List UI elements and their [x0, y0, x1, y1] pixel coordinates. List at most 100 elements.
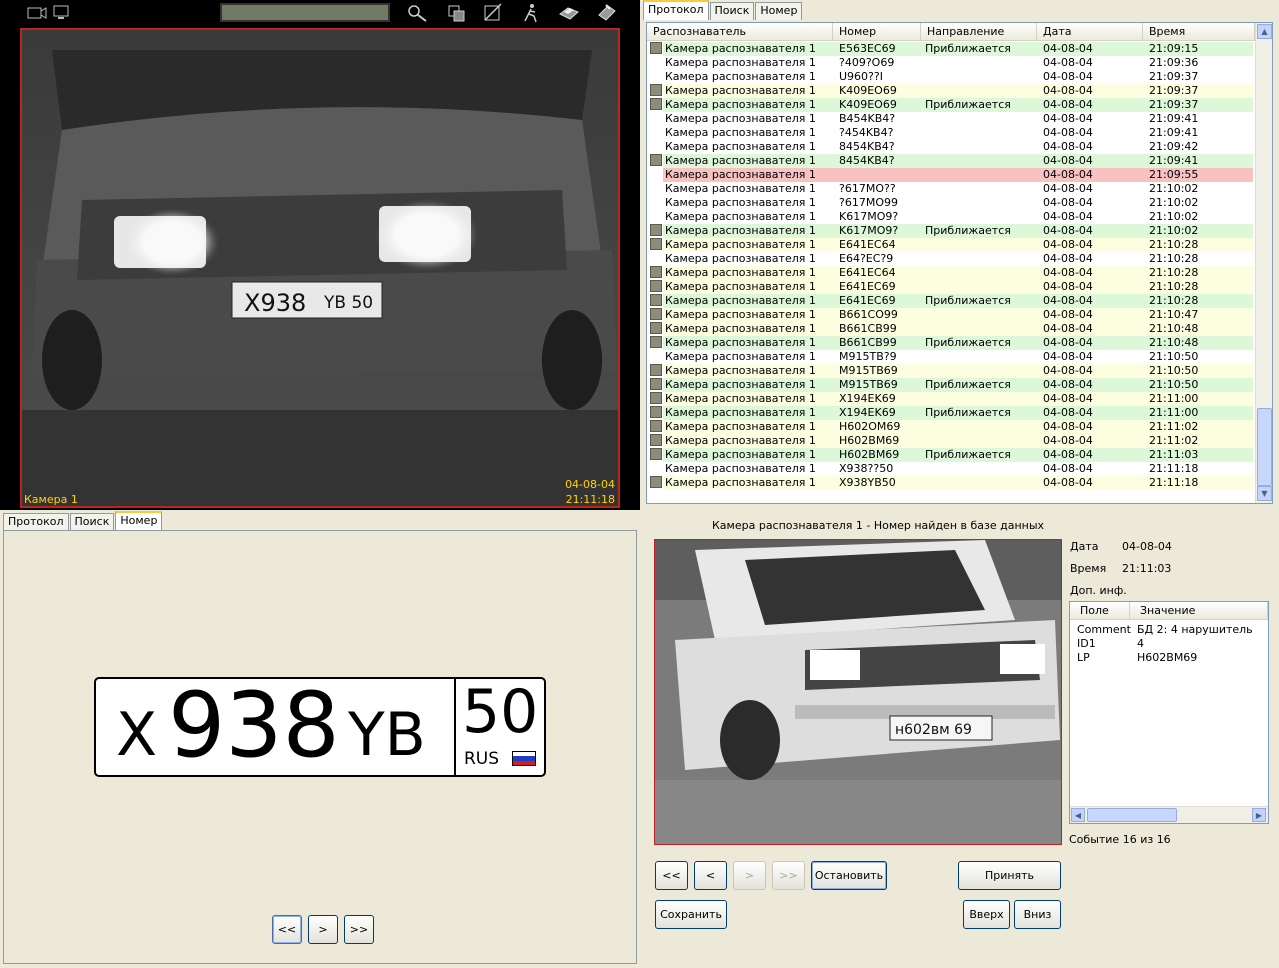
- stop-button[interactable]: Остановить: [811, 861, 887, 890]
- table-row[interactable]: Камера распознавателя 1 H602OM69 04-08-04 2…: [647, 420, 1255, 434]
- table-row[interactable]: Камера распознавателя 1 K617MO9? 04-08-04 2…: [647, 210, 1255, 224]
- table-row[interactable]: Камера распознавателя 1 X194EK69 04-08-04 2…: [647, 392, 1255, 406]
- table-row[interactable]: Камера распознавателя 1 8454KB4? 04-08-04 2…: [647, 154, 1255, 168]
- scroll-down-icon[interactable]: ▼: [1257, 486, 1272, 501]
- table-row[interactable]: Камера распознавателя 1 M915TB69 04-08-04 2…: [647, 364, 1255, 378]
- cell-time: 21:10:48: [1149, 322, 1199, 335]
- crop-icon[interactable]: [446, 3, 468, 23]
- table-row[interactable]: Камера распознавателя 1 M915TB?9 04-08-04 2…: [647, 350, 1255, 364]
- cell-number: ?617MO99: [839, 196, 898, 209]
- match-prev-button[interactable]: <: [694, 861, 727, 890]
- recognition-icon: [650, 294, 662, 306]
- scroll-right-icon[interactable]: ▶: [1252, 808, 1266, 822]
- info-table-header: Поле Значение: [1070, 602, 1268, 620]
- table-row[interactable]: Камера распознавателя 1 X938YB50 04-08-04 2…: [647, 476, 1255, 490]
- cell-recognizer: Камера распознавателя 1: [665, 126, 816, 139]
- cell-number: E641EC64: [839, 238, 896, 251]
- table-row[interactable]: Камера распознавателя 1 ?409?O69 04-08-04 2…: [647, 56, 1255, 70]
- column-field[interactable]: Поле: [1070, 602, 1130, 620]
- match-last-button[interactable]: >>: [772, 861, 805, 890]
- table-row[interactable]: Камера распознавателя 1 E641EC64 04-08-04 2…: [647, 238, 1255, 252]
- table-row[interactable]: Камера распознавателя 1 U960??I 04-08-04 21…: [647, 70, 1255, 84]
- protocol-table: Распознаватель Номер Направление Дата Вр…: [646, 22, 1273, 504]
- monitor-icon[interactable]: [50, 3, 72, 23]
- match-snapshot[interactable]: н602вм 69: [654, 539, 1062, 845]
- tools-icon[interactable]: [596, 3, 618, 23]
- table-row[interactable]: Камера распознавателя 1 K617MO9? Приближае…: [647, 224, 1255, 238]
- tab-number[interactable]: Номер: [755, 2, 803, 20]
- save-button[interactable]: Сохранить: [655, 900, 727, 929]
- tab-protocol[interactable]: Протокол: [3, 513, 69, 531]
- plate-first-button[interactable]: <<: [272, 915, 302, 944]
- column-date[interactable]: Дата: [1037, 23, 1143, 41]
- cell-date: 04-08-04: [1043, 322, 1093, 335]
- table-row[interactable]: Камера распознавателя 1 B661CO99 04-08-04 2…: [647, 308, 1255, 322]
- horizontal-scrollbar[interactable]: ◀ ▶: [1070, 806, 1268, 823]
- list-item[interactable]: LP H602BM69: [1070, 651, 1268, 665]
- table-row[interactable]: Камера распознавателя 1 B454KB4? 04-08-04 2…: [647, 112, 1255, 126]
- table-row[interactable]: Камера распознавателя 1 04-08-04 21:09:55: [647, 168, 1255, 182]
- table-row[interactable]: Камера распознавателя 1 E641EC64 04-08-04 2…: [647, 266, 1255, 280]
- list-item[interactable]: Comment БД 2: 4 нарушитель: [1070, 623, 1268, 637]
- time-value: 21:11:03: [1122, 562, 1172, 575]
- cell-date: 04-08-04: [1043, 182, 1093, 195]
- cell-date: 04-08-04: [1043, 224, 1093, 237]
- tab-protocol[interactable]: Протокол: [643, 0, 709, 20]
- match-next-button[interactable]: >: [733, 861, 766, 890]
- table-row[interactable]: Камера распознавателя 1 E563EC69 Приближае…: [647, 42, 1255, 56]
- table-row[interactable]: Камера распознавателя 1 8454KB4? 04-08-04 2…: [647, 140, 1255, 154]
- plate-last-button[interactable]: >>: [344, 915, 374, 944]
- table-row[interactable]: Камера распознавателя 1 E641EC69 04-08-04 2…: [647, 280, 1255, 294]
- cell-number: E641EC64: [839, 266, 896, 279]
- column-value[interactable]: Значение: [1130, 602, 1268, 620]
- column-time[interactable]: Время: [1143, 23, 1255, 41]
- camera-video-feed[interactable]: X938 YB 50 Камера 1 04-08-04 21:11:18: [20, 28, 620, 508]
- table-row[interactable]: Камера распознавателя 1 H602BM69 Приближае…: [647, 448, 1255, 462]
- zoom-icon[interactable]: [406, 3, 428, 23]
- table-row[interactable]: Камера распознавателя 1 B661CB99 04-08-04 2…: [647, 322, 1255, 336]
- scroll-thumb[interactable]: [1257, 408, 1272, 486]
- tab-search[interactable]: Поиск: [709, 2, 755, 20]
- down-button[interactable]: Вниз: [1014, 900, 1061, 929]
- cell-recognizer: Камера распознавателя 1: [665, 434, 816, 447]
- table-row[interactable]: Камера распознавателя 1 ?454KB4? 04-08-04 2…: [647, 126, 1255, 140]
- vertical-scrollbar[interactable]: ▲ ▼: [1255, 23, 1272, 503]
- plate-next-button[interactable]: >: [308, 915, 338, 944]
- cell-date: 04-08-04: [1043, 266, 1093, 279]
- scroll-left-icon[interactable]: ◀: [1071, 808, 1085, 822]
- table-row[interactable]: Камера распознавателя 1 B661CB99 Приближае…: [647, 336, 1255, 350]
- cell-time: 21:11:18: [1149, 462, 1199, 475]
- table-row[interactable]: Камера распознавателя 1 E641EC69 Приближае…: [647, 294, 1255, 308]
- cell-date: 04-08-04: [1043, 56, 1093, 69]
- table-row[interactable]: Камера распознавателя 1 E64?EC?9 04-08-04 2…: [647, 252, 1255, 266]
- scroll-thumb[interactable]: [1087, 808, 1177, 822]
- match-first-button[interactable]: <<: [655, 861, 688, 890]
- table-row[interactable]: Камера распознавателя 1 ?617MO99 04-08-04 2…: [647, 196, 1255, 210]
- column-number[interactable]: Номер: [833, 23, 921, 41]
- run-icon[interactable]: [520, 3, 542, 23]
- column-direction[interactable]: Направление: [921, 23, 1037, 41]
- table-row[interactable]: Камера распознавателя 1 X938??50 04-08-04 2…: [647, 462, 1255, 476]
- camera-icon[interactable]: [26, 3, 48, 23]
- print-icon[interactable]: [558, 3, 580, 23]
- table-row[interactable]: Камера распознавателя 1 K409EO69 Приближае…: [647, 98, 1255, 112]
- cell-recognizer: Камера распознавателя 1: [665, 462, 816, 475]
- tab-number[interactable]: Номер: [115, 511, 163, 531]
- cell-recognizer: Камера распознавателя 1: [665, 98, 816, 111]
- grid-off-icon[interactable]: [482, 3, 504, 23]
- column-recognizer[interactable]: Распознаватель: [647, 23, 833, 41]
- list-item[interactable]: ID1 4: [1070, 637, 1268, 651]
- tab-search[interactable]: Поиск: [69, 513, 115, 531]
- cell-time: 21:10:02: [1149, 182, 1199, 195]
- up-button[interactable]: Вверх: [963, 900, 1010, 929]
- table-row[interactable]: Камера распознавателя 1 X194EK69 Приближае…: [647, 406, 1255, 420]
- table-row[interactable]: Камера распознавателя 1 ?617MO?? 04-08-04 2…: [647, 182, 1255, 196]
- cell-recognizer: Камера распознавателя 1: [665, 56, 816, 69]
- accept-button[interactable]: Принять: [958, 861, 1061, 890]
- table-row[interactable]: Камера распознавателя 1 K409EO69 04-08-04 2…: [647, 84, 1255, 98]
- scroll-up-icon[interactable]: ▲: [1257, 24, 1272, 39]
- table-row[interactable]: Камера распознавателя 1 M915TB69 Приближае…: [647, 378, 1255, 392]
- cell-time: 21:09:15: [1149, 42, 1199, 55]
- cell-recognizer: Камера распознавателя 1: [665, 140, 816, 153]
- table-row[interactable]: Камера распознавателя 1 H602BM69 04-08-04 2…: [647, 434, 1255, 448]
